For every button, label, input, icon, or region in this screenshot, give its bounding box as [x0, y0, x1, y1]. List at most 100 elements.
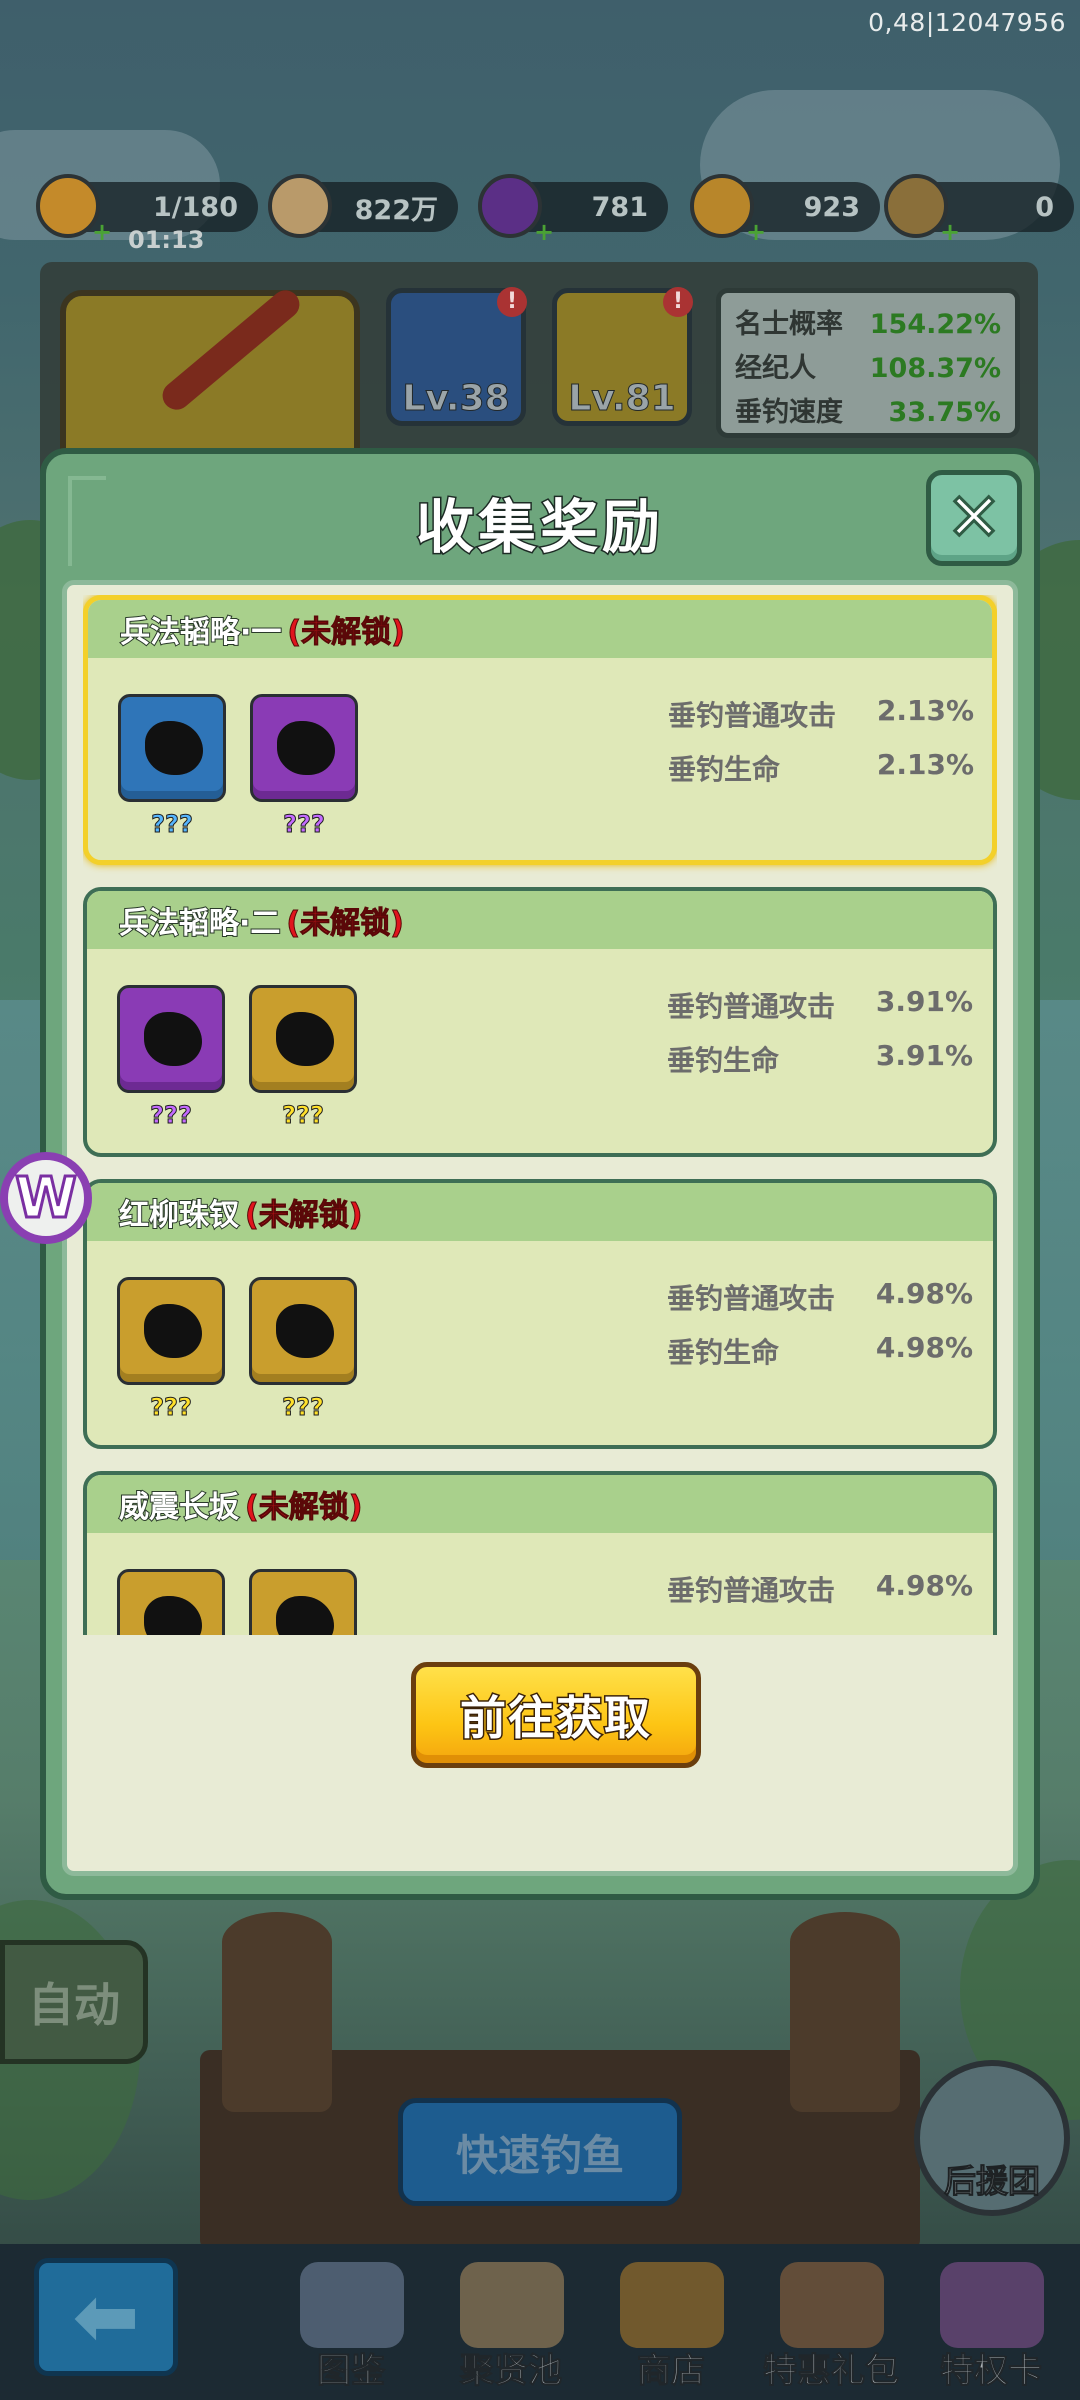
bonus-label: 垂钓普通攻击: [668, 699, 837, 732]
collection-item-slot[interactable]: [117, 1569, 225, 1635]
dialog-content: 兵法韬略·一 (未解锁) ??? ??? 垂钓普通攻击 2.13% 垂钓生命 2.1…: [62, 580, 1018, 1876]
item-label: ???: [150, 1393, 193, 1422]
stat-label: 垂钓速度: [735, 397, 843, 428]
collection-reward-dialog: 收集奖励 ✕ 兵法韬略·一 (未解锁) ??? ??? 垂钓普通攻击 2.13% …: [40, 448, 1040, 1900]
bonus-stat: 垂钓生命 4.98%: [667, 1331, 987, 1371]
plus-icon[interactable]: +: [940, 218, 960, 246]
nav-item-recruit[interactable]: 聚贤池: [436, 2262, 586, 2398]
locked-status: (未解锁): [286, 906, 404, 942]
item-silhouette-icon: [144, 1596, 202, 1635]
support-team-button[interactable]: 后援团: [914, 2060, 1070, 2216]
bonus-stat: 垂钓普通攻击 4.98%: [667, 1569, 987, 1609]
nav-label: 商店: [637, 2351, 706, 2392]
sword-value: 0: [1035, 191, 1054, 223]
item-label: ???: [283, 810, 326, 839]
gem-counter[interactable]: + 781: [478, 174, 668, 246]
quick-fishing-label: 快速钓鱼: [455, 2130, 624, 2180]
w-logo-icon: W: [14, 1164, 79, 1232]
card-header: 威震长坂 (未解锁): [87, 1475, 993, 1533]
alert-badge: !: [497, 287, 527, 317]
nav-item-privilege-card[interactable]: 特权卡: [916, 2262, 1066, 2398]
nav-item-shop[interactable]: 商店: [596, 2262, 746, 2398]
item-label: ???: [151, 810, 194, 839]
bonus-label: 垂钓生命: [667, 1044, 780, 1077]
collection-card[interactable]: 兵法韬略·一 (未解锁) ??? ??? 垂钓普通攻击 2.13% 垂钓生命 2.1…: [83, 595, 997, 865]
back-button[interactable]: ⬅: [34, 2258, 178, 2376]
bonus-label: 垂钓普通攻击: [667, 1282, 836, 1315]
locked-status: (未解锁): [244, 1198, 363, 1234]
bonus-label: 垂钓普通攻击: [667, 1574, 836, 1607]
dock-post: [222, 1912, 332, 2112]
item-silhouette-icon: [144, 1012, 202, 1066]
close-button[interactable]: ✕: [926, 470, 1022, 566]
collection-item-slot[interactable]: [117, 985, 225, 1093]
stat-row: 名士概率 154.22%: [735, 303, 1001, 347]
support-team-label: 后援团: [943, 2162, 1040, 2201]
stat-row: 经纪人 108.37%: [735, 347, 1001, 391]
go-obtain-label: 前往获取: [459, 1690, 652, 1747]
item-label: ???: [282, 1393, 325, 1422]
stamina-counter[interactable]: + 1/180: [36, 174, 258, 246]
stat-row: 垂钓速度 33.75%: [735, 391, 1001, 435]
collection-name: 红柳珠钗: [118, 1197, 240, 1234]
nav-item-catalog[interactable]: 图鉴: [276, 2262, 426, 2398]
collection-card[interactable]: 威震长坂 (未解锁) 垂钓普通攻击 4.98%: [83, 1471, 997, 1635]
collection-card[interactable]: 红柳珠钗 (未解锁) ??? ??? 垂钓普通攻击 4.98% 垂钓生命 4.98%: [83, 1179, 997, 1449]
bait-level-card[interactable]: ! Lv.81: [552, 287, 693, 426]
sword-counter[interactable]: + 0: [884, 174, 1074, 246]
collection-item-slot[interactable]: [249, 1277, 357, 1385]
plus-icon[interactable]: +: [92, 218, 112, 246]
coin-counter[interactable]: 822万: [268, 174, 458, 238]
collection-item-slot[interactable]: [117, 1277, 225, 1385]
nav-label: 图鉴: [317, 2351, 386, 2392]
collection-item-slot[interactable]: [250, 694, 358, 802]
nav-label: 特惠礼包: [763, 2351, 900, 2392]
stat-label: 名士概率: [735, 309, 843, 340]
collection-name: 兵法韬略·一: [119, 614, 282, 651]
nav-item-gift-pack[interactable]: 特惠礼包: [756, 2262, 906, 2398]
collection-item-slot[interactable]: [118, 694, 226, 802]
coin-value: 822万: [354, 194, 438, 226]
back-arrow-icon: ⬅: [72, 2270, 140, 2363]
locked-status: (未解锁): [287, 615, 405, 651]
rod-level-card[interactable]: ! Lv.38: [386, 287, 527, 426]
item-silhouette-icon: [276, 1012, 334, 1066]
rod-icon: [156, 284, 306, 416]
auto-button[interactable]: 自动: [0, 1940, 148, 2064]
sword-icon: [884, 174, 948, 238]
gift-pack-icon: [780, 2262, 884, 2348]
stat-value: 154.22%: [869, 309, 1001, 340]
collection-name: 兵法韬略·二: [118, 905, 281, 942]
stat-value: 33.75%: [888, 397, 1001, 428]
bonus-stat: 垂钓生命 3.91%: [667, 1039, 987, 1079]
collection-item-slot[interactable]: [249, 985, 357, 1093]
card-header: 兵法韬略·二 (未解锁): [87, 891, 993, 949]
bonus-value: 4.98%: [875, 1331, 973, 1364]
item-silhouette-icon: [276, 1304, 334, 1358]
rod-level: Lv.38: [402, 378, 510, 420]
purple-gem-icon: [478, 174, 542, 238]
scroll-icon: [460, 2262, 564, 2348]
collection-name: 威震长坂: [118, 1489, 240, 1526]
quick-fishing-button[interactable]: 快速钓鱼: [398, 2098, 682, 2206]
token-counter[interactable]: + 923: [690, 174, 880, 246]
privilege-card-icon: [940, 2262, 1044, 2348]
fishing-stats-box: 名士概率 154.22% 经纪人 108.37% 垂钓速度 33.75%: [716, 288, 1020, 438]
bonus-value: 3.91%: [875, 985, 973, 1018]
plus-icon[interactable]: +: [534, 218, 554, 246]
bonus-value: 3.91%: [875, 1039, 973, 1072]
collection-card[interactable]: 兵法韬略·二 (未解锁) ??? ??? 垂钓普通攻击 3.91% 垂钓生命 3.9…: [83, 887, 997, 1157]
plus-icon[interactable]: +: [746, 218, 766, 246]
alert-badge: !: [663, 287, 693, 317]
bonus-label: 垂钓生命: [667, 1336, 780, 1369]
collection-list[interactable]: 兵法韬略·一 (未解锁) ??? ??? 垂钓普通攻击 2.13% 垂钓生命 2.1…: [83, 595, 997, 1635]
go-obtain-button[interactable]: 前往获取: [411, 1662, 701, 1768]
bonus-label: 垂钓普通攻击: [667, 990, 836, 1023]
token-value: 923: [803, 191, 860, 223]
item-label: ???: [150, 1101, 193, 1130]
side-event-badge[interactable]: W: [0, 1152, 92, 1244]
bonus-value: 4.98%: [875, 1569, 973, 1602]
stamina-timer: 01:13: [128, 226, 205, 254]
coin-icon: [268, 174, 332, 238]
collection-item-slot[interactable]: [249, 1569, 357, 1635]
